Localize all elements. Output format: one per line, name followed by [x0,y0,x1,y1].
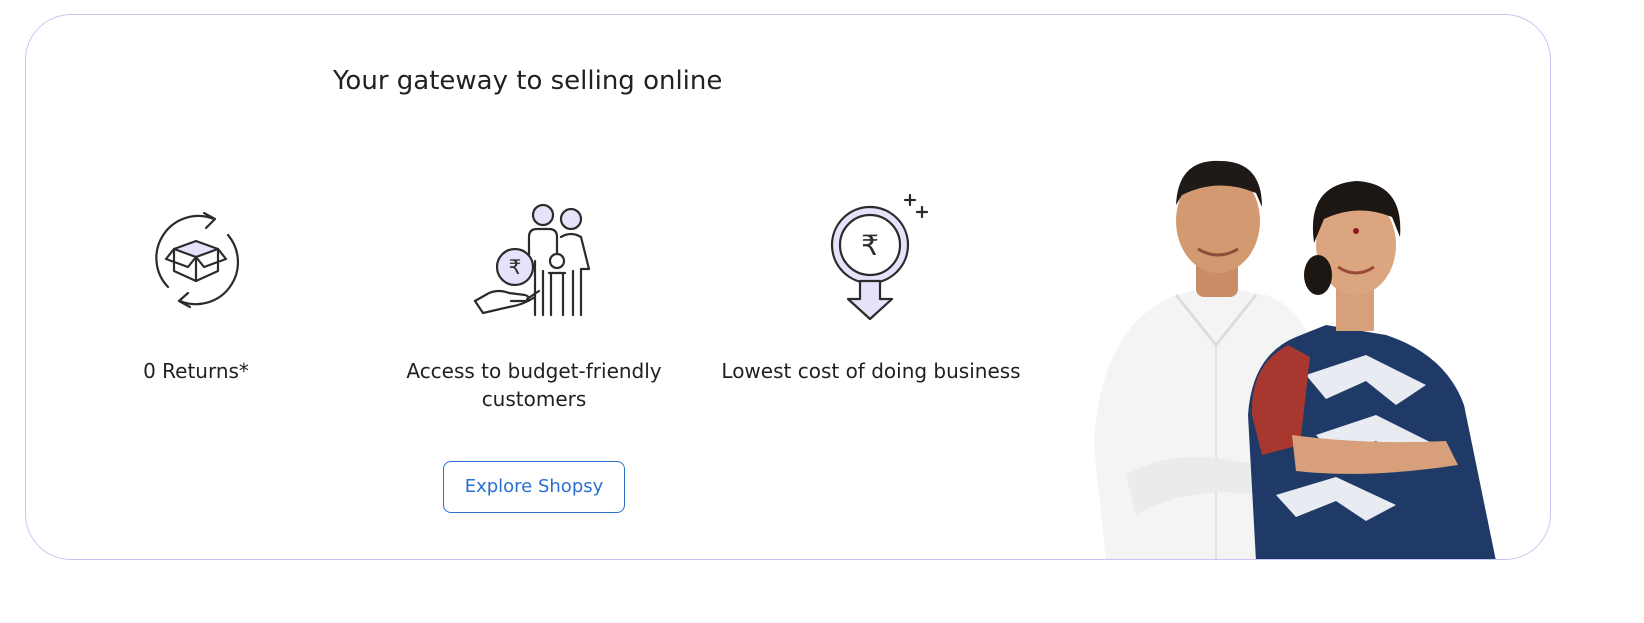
feature-label-budget-customers: Access to budget-friendly customers [406,359,662,411]
feature-label-returns: 0 Returns* [143,359,249,383]
family-rupee-icon: ₹ [473,203,591,317]
seller-banner-card: Your gateway to selling online 0 Returns… [25,14,1551,560]
svg-text:₹: ₹ [509,255,522,279]
explore-shopsy-button[interactable]: Explore Shopsy [443,461,625,513]
banner-heading: Your gateway to selling online [333,66,723,96]
svg-text:₹: ₹ [861,229,879,262]
box-returns-icon [155,211,239,309]
feature-label-lowest-cost: Lowest cost of doing business [721,359,1021,383]
rupee-down-icon: ₹ [830,193,929,321]
seller-couple-photo [1094,160,1496,559]
